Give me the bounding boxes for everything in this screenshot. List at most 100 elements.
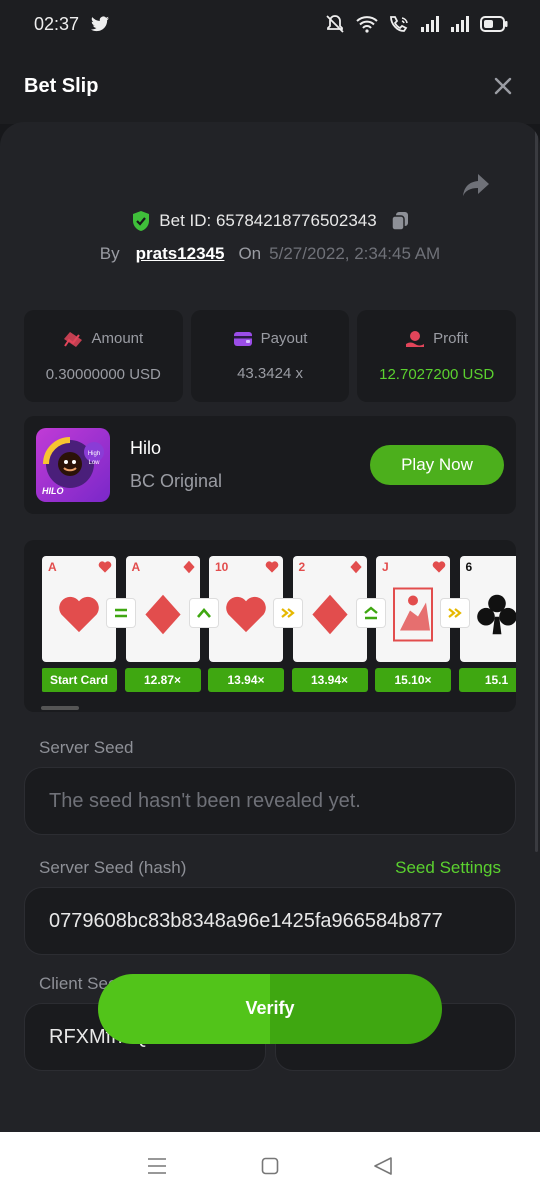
on-label: On (238, 244, 262, 263)
card-rank: 2 (298, 560, 306, 574)
profit-stat: Profit 12.7027200 USD (357, 310, 517, 402)
server-seed-hash-label: Server Seed (hash) (39, 858, 187, 877)
card-multiplier: 13.94× (208, 668, 284, 692)
recent-apps-button[interactable] (145, 1154, 169, 1178)
share-icon[interactable] (462, 172, 490, 198)
menu-icon (147, 1158, 166, 1174)
play-now-button[interactable]: Play Now (370, 445, 504, 485)
card-multiplier: 13.94× (291, 668, 368, 692)
diamonds-suit-icon (349, 560, 363, 579)
card-multiplier: 15.1 (458, 668, 516, 692)
card-track[interactable]: A Start Card A 12.87× 10 13.94× 2 13.94×… (42, 556, 516, 696)
bet-date: 5/27/2022, 2:34:45 AM (269, 244, 441, 263)
back-triangle-icon (374, 1157, 393, 1175)
hilo-game-thumbnail[interactable]: High Low HILO (36, 428, 110, 502)
card-rank: 6 (465, 560, 473, 574)
bet-id-row: Bet ID: 65784218776502343 (0, 210, 540, 232)
skip-guess-icon (440, 599, 469, 627)
verify-button[interactable]: Verify (98, 974, 442, 1044)
card-rank: A (48, 560, 57, 574)
home-square-icon (261, 1157, 279, 1175)
card-history: A Start Card A 12.87× 10 13.94× 2 13.94×… (24, 540, 516, 712)
card-rank: A (131, 560, 141, 574)
card-item: J (376, 556, 450, 662)
mute-icon (326, 15, 344, 33)
close-button[interactable] (490, 73, 516, 99)
hilo-logo-icon: High Low HILO (42, 437, 104, 496)
card-item: A (125, 556, 200, 662)
playing-card: 2 (292, 556, 367, 662)
profit-icon (406, 330, 425, 347)
status-time: 02:37 (34, 13, 80, 34)
svg-text:HILO: HILO (42, 486, 64, 496)
higher-guess-icon (190, 599, 218, 627)
twitter-icon (91, 16, 110, 32)
game-card: High Low HILO Hilo BC Original Play Now (24, 416, 516, 514)
home-button[interactable] (258, 1154, 282, 1178)
clubs-suit-icon (516, 560, 517, 579)
card-item: 10 (209, 556, 283, 662)
amount-label: Amount (91, 330, 144, 347)
card-item: 2 (292, 556, 367, 662)
signal-icon (421, 16, 439, 32)
status-bar: 02:37 (0, 0, 540, 48)
game-name: Hilo (130, 438, 162, 458)
server-seed-label: Server Seed (39, 738, 134, 757)
username-link[interactable]: prats12345 (136, 244, 225, 264)
wallet-icon (233, 331, 252, 346)
hearts-suit-icon (98, 560, 112, 579)
amount-stat: Amount 0.30000000 USD (24, 310, 183, 402)
payout-stat: Payout 43.3424 x (190, 310, 350, 402)
svg-text:High: High (88, 451, 100, 457)
playing-card: A (42, 556, 116, 662)
server-seed-field[interactable]: The seed hasn't been revealed yet. (24, 767, 516, 835)
bet-id: Bet ID: 65784218776502343 (159, 211, 377, 230)
bet-slip-header: Bet Slip (0, 48, 540, 124)
card-center-icon (308, 593, 352, 642)
game-subtitle: BC Original (130, 471, 223, 491)
battery-icon (480, 16, 508, 32)
card-rank: J (382, 560, 389, 574)
system-nav-bar (0, 1132, 540, 1200)
playing-card: 10 (209, 556, 283, 662)
card-multiplier: Start Card (42, 668, 117, 692)
card-center-icon (475, 593, 516, 642)
hearts-suit-icon (265, 560, 279, 579)
payout-value: 43.3424 x (237, 365, 303, 382)
card-center-icon (224, 593, 268, 642)
card-multiplier: 12.87× (124, 668, 201, 692)
page-title: Bet Slip (24, 74, 99, 97)
profit-value: 12.7027200 USD (379, 365, 495, 383)
hearts-suit-icon (432, 560, 446, 579)
svg-text:Low: Low (88, 460, 100, 466)
wifi-calling-icon (390, 16, 408, 32)
skip-guess-icon (273, 599, 302, 627)
amount-value: 0.30000000 USD (45, 365, 161, 383)
bet-stats: Amount 0.30000000 USD Payout 43.3424 x P… (24, 310, 517, 402)
card-multiplier: 15.10× (375, 668, 451, 692)
card-rank: 10 (215, 560, 229, 574)
playing-card: A (125, 556, 200, 662)
profit-label: Profit (433, 330, 469, 347)
card-item: A (42, 556, 116, 662)
card-center-icon (388, 585, 438, 650)
card-center-icon (57, 593, 101, 642)
bet-author-row: By prats12345 On 5/27/2022, 2:34:45 AM (0, 244, 540, 264)
card-track-scrollbar[interactable] (41, 706, 79, 710)
payout-label: Payout (260, 330, 308, 347)
playing-card: J (376, 556, 450, 662)
by-label: By (99, 244, 120, 263)
amount-icon (64, 331, 83, 347)
signal-icon-2 (451, 16, 469, 32)
copy-icon[interactable] (390, 211, 409, 231)
back-button[interactable] (371, 1154, 395, 1178)
close-icon (494, 77, 512, 95)
seed-settings-link[interactable]: Seed Settings (395, 858, 501, 878)
equal-guess-icon (106, 599, 135, 627)
higher-or-equal-guess-icon (357, 599, 385, 627)
wifi-icon (356, 16, 378, 33)
diamonds-suit-icon (182, 560, 196, 579)
server-seed-hash-field[interactable]: 0779608bc83b8348a96e1425fa966584b877 (24, 887, 516, 955)
shield-check-icon (133, 211, 150, 231)
card-center-icon (141, 593, 185, 642)
